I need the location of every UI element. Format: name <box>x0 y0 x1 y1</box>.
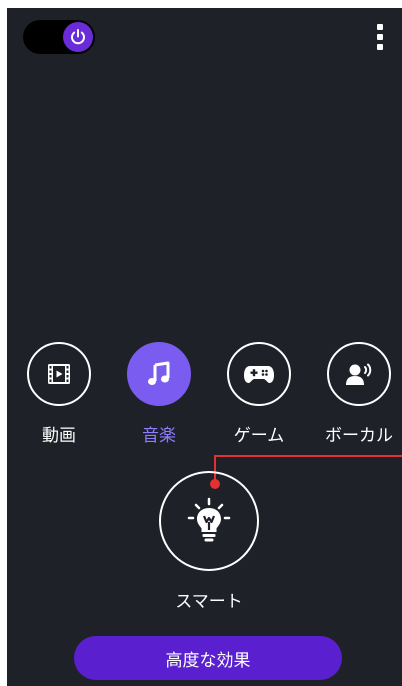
mode-smart[interactable]: スマート <box>157 471 261 612</box>
mode-smart-label: スマート <box>175 592 243 612</box>
mode-smart-button[interactable] <box>159 471 259 571</box>
app-screen: 動画 音楽 ゲーム ボーカル スマート 高度な効果 <box>7 8 402 686</box>
advanced-effects-button[interactable]: 高度な効果 <box>74 636 342 680</box>
lightbulb-icon <box>187 497 231 542</box>
